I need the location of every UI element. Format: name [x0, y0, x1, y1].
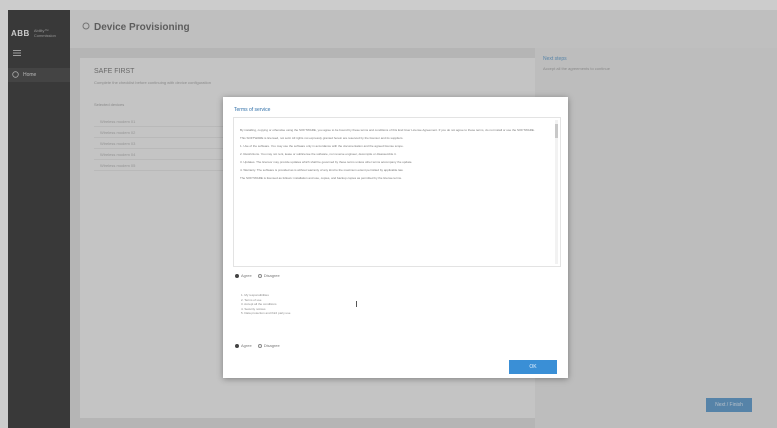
- app-window: ABB Ability™ Commission Home Device Prov…: [0, 0, 777, 428]
- scrollbar-thumb[interactable]: [555, 124, 558, 138]
- terms-paragraph: By installing, copying or otherwise usin…: [240, 128, 535, 132]
- radio-empty-icon: [257, 343, 262, 348]
- radio-selected-icon: [235, 343, 239, 348]
- terms-paragraph: The SOFTWARE is licensed as follows: ins…: [240, 176, 402, 180]
- radio-empty-icon: [257, 273, 262, 278]
- disagree-label: Disagree: [263, 273, 280, 278]
- terms-paragraph: This SOFTWARE is licensed, not sold. All…: [240, 136, 404, 140]
- terms-paragraph: 1. Use of the software. You may use the …: [240, 144, 404, 148]
- radio-selected-icon: [235, 273, 239, 278]
- terms-dialog: Terms of service By installing, copying …: [223, 97, 568, 378]
- terms-paragraph: 3. Updates. The licensor may provide upd…: [240, 160, 413, 164]
- terms-paragraph: 2. Restrictions. You may not rent, lease…: [240, 152, 397, 156]
- terms-paragraph: 4. Warranty. The software is provided as…: [240, 168, 404, 172]
- disagree-label: Disagree: [263, 343, 280, 348]
- terms-text: By installing, copying or otherwise usin…: [240, 128, 552, 184]
- list-item: 5. Data protection and third party use: [241, 311, 291, 315]
- conditions-list: 1. My responsibilities 2. Terms of use 3…: [241, 293, 290, 316]
- agree-label: Agree: [241, 343, 252, 348]
- ok-button[interactable]: OK: [509, 360, 557, 374]
- disagree-radio-2[interactable]: Disagree: [257, 343, 280, 348]
- disagree-radio[interactable]: Disagree: [257, 273, 280, 278]
- agree-radio[interactable]: Agree: [235, 273, 252, 278]
- agree-label: Agree: [241, 273, 252, 278]
- text-cursor-icon: [356, 301, 357, 307]
- terms-scroll-area[interactable]: By installing, copying or otherwise usin…: [233, 117, 561, 267]
- terms-consent-group: Agree Disagree: [235, 273, 280, 278]
- terms-scrollbar[interactable]: [555, 120, 558, 264]
- dialog-title: Terms of service: [234, 107, 271, 113]
- agree-radio-2[interactable]: Agree: [235, 343, 252, 348]
- conditions-consent-group: Agree Disagree: [235, 343, 280, 348]
- conditions-list-box: 1. My responsibilities 2. Terms of use 3…: [233, 287, 559, 331]
